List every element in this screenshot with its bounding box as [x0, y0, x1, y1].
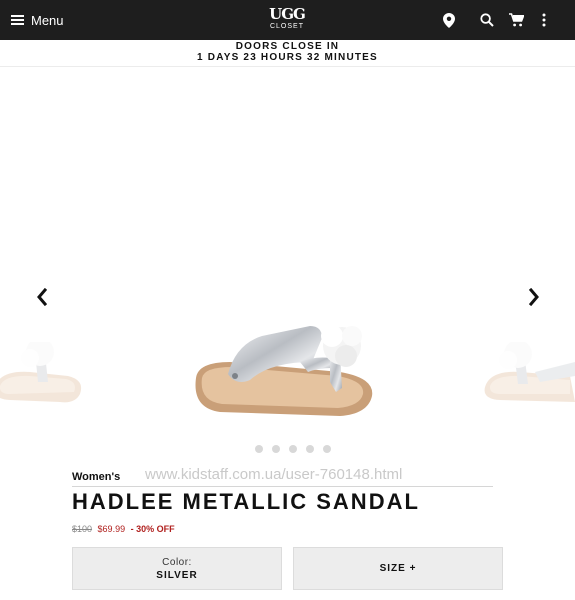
carousel-dot[interactable]	[289, 445, 297, 453]
search-icon[interactable]	[477, 10, 497, 30]
product-category: Women's	[72, 471, 121, 483]
chevron-left-icon	[36, 288, 47, 306]
carousel-prev-button[interactable]	[30, 285, 52, 309]
discount-badge: - 30% OFF	[130, 524, 175, 534]
hamburger-icon	[11, 15, 24, 25]
divider	[72, 486, 493, 487]
map-pin-icon[interactable]	[439, 10, 459, 30]
price-row: $100 $69.99 - 30% OFF	[72, 524, 175, 534]
countdown-timer: 1 DAYS 23 HOURS 32 MINUTES	[197, 52, 378, 63]
original-price: $100	[72, 524, 93, 534]
carousel-pagination	[255, 445, 331, 453]
logo-sub-text: CLOSET	[269, 23, 304, 30]
carousel-dot[interactable]	[323, 445, 331, 453]
more-vertical-icon[interactable]	[534, 10, 554, 30]
carousel-next-button[interactable]	[523, 285, 545, 309]
product-image-carousel[interactable]	[0, 67, 575, 462]
hadlee-sandal-image	[195, 325, 373, 416]
product-title: HADLEE METALLIC SANDAL	[72, 489, 420, 514]
watermark-text: www.kidstaff.com.ua/user-760148.html	[145, 466, 403, 483]
previous-sandal-image	[0, 342, 82, 403]
countdown-heading: DOORS CLOSE IN	[235, 41, 340, 52]
top-header: Menu UGG CLOSET	[0, 0, 575, 40]
chevron-right-icon	[528, 288, 539, 306]
doors-close-countdown: DOORS CLOSE IN 1 DAYS 23 HOURS 32 MINUTE…	[0, 41, 575, 63]
carousel-dot[interactable]	[272, 445, 280, 453]
carousel-dot[interactable]	[306, 445, 314, 453]
logo-main-text: UGG	[269, 5, 306, 23]
next-sandal-image	[484, 342, 575, 402]
size-selector[interactable]: SIZE +	[293, 547, 503, 590]
color-selector[interactable]: Color: SILVER	[72, 547, 282, 590]
menu-label: Menu	[31, 12, 64, 28]
color-label: Color:	[162, 557, 192, 568]
size-label: SIZE +	[379, 563, 417, 574]
carousel-dot[interactable]	[255, 445, 263, 453]
sale-price: $69.99	[97, 524, 126, 534]
cart-icon[interactable]	[506, 10, 526, 30]
color-value: SILVER	[156, 570, 198, 581]
ugg-closet-logo[interactable]: UGG CLOSET	[262, 6, 312, 31]
menu-button[interactable]: Menu	[11, 10, 64, 30]
